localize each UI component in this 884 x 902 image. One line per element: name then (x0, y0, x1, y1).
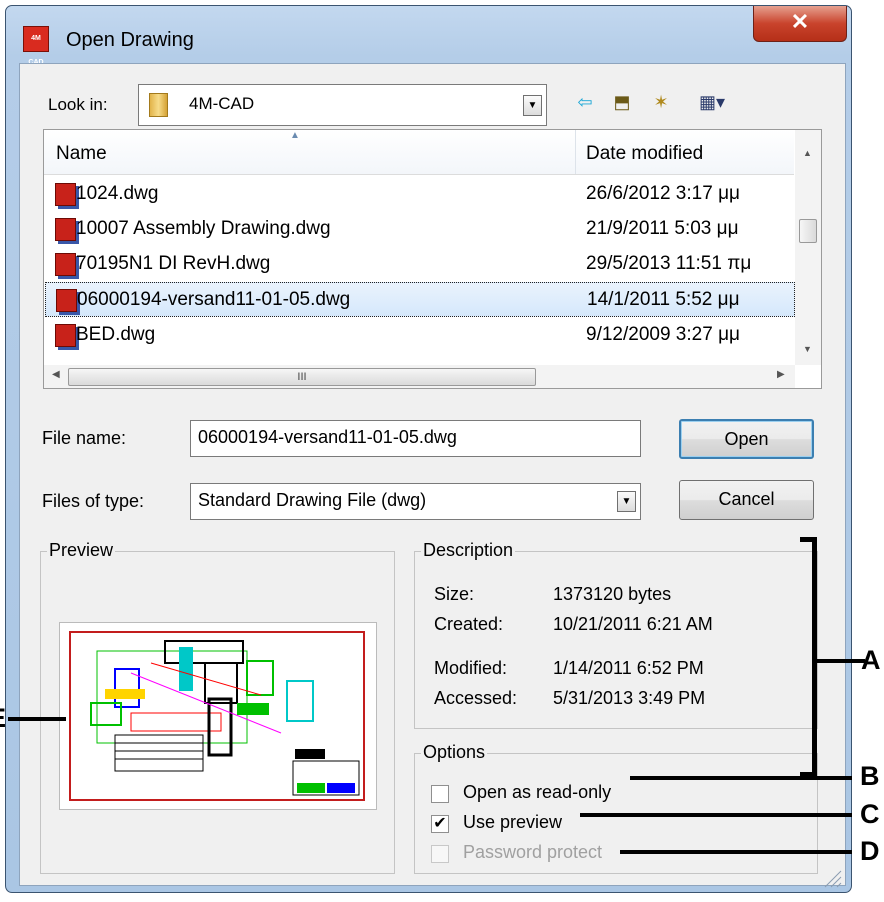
password-protect-checkbox (431, 845, 449, 863)
column-divider[interactable] (575, 130, 576, 174)
vertical-scrollbar[interactable]: ▲ ▼ (795, 130, 821, 365)
scroll-right-icon[interactable]: ▶ (777, 369, 785, 380)
size-value: 1373120 bytes (553, 584, 672, 604)
file-date: 26/6/2012 3:17 μμ (586, 183, 740, 204)
files-of-type-value: Standard Drawing File (dwg) (198, 490, 427, 510)
checkmark-icon: ✔ (433, 815, 447, 832)
description-group: Description Size: 1373120 bytes Created:… (414, 540, 818, 729)
column-header-date[interactable]: Date modified (586, 143, 703, 165)
callout-a-bracket-top (800, 537, 814, 542)
callout-c-letter: C (860, 799, 880, 829)
file-date: 29/5/2013 11:51 πμ (586, 253, 752, 274)
files-of-type-dropdown[interactable]: Standard Drawing File (dwg) ▼ (190, 483, 641, 520)
files-of-type-label: Files of type: (42, 491, 145, 511)
new-folder-icon[interactable]: ✶ (648, 91, 674, 113)
up-folder-icon[interactable]: ⬒ (609, 91, 635, 113)
file-row[interactable]: 1024.dwg 26/6/2012 3:17 μμ (45, 177, 795, 212)
file-row[interactable]: 10007 Assembly Drawing.dwg 21/9/2011 5:0… (45, 212, 795, 247)
dwg-file-icon (55, 218, 76, 241)
read-only-label[interactable]: Open as read-only (463, 782, 611, 803)
preview-group: Preview (40, 540, 395, 874)
accessed-value: 5/31/2013 3:49 PM (553, 688, 706, 708)
column-header-name[interactable]: Name (56, 143, 107, 165)
horizontal-scroll-thumb[interactable]: III (68, 368, 536, 386)
callout-a-line (815, 659, 865, 663)
callout-c-line (580, 813, 852, 817)
file-name-input[interactable]: 06000194-versand11-01-05.dwg (190, 420, 641, 457)
dwg-file-icon (55, 253, 76, 276)
use-preview-checkbox[interactable]: ✔ (431, 815, 449, 833)
open-drawing-dialog: 4M CAD Open Drawing ✕ Look in: 4M-CAD ▼ … (5, 5, 852, 893)
file-list[interactable]: ▲ Name Date modified 1024.dwg 26/6/2012 … (43, 129, 822, 389)
file-name-label: File name: (42, 428, 127, 448)
view-menu-icon[interactable]: ▦▾ (692, 91, 732, 113)
dialog-body: Look in: 4M-CAD ▼ ⇦ ⬒ ✶ ▦▾ ▲ Name Date m… (19, 63, 846, 886)
dialog-title: Open Drawing (66, 29, 194, 51)
created-value: 10/21/2011 6:21 AM (553, 614, 713, 634)
drawing-preview (59, 622, 377, 810)
modified-value: 1/14/2011 6:52 PM (553, 658, 704, 678)
look-in-label: Look in: (48, 95, 108, 114)
look-in-value: 4M-CAD (189, 94, 255, 113)
file-row-selected[interactable]: 06000194-versand11-01-05.dwg 14/1/2011 5… (45, 282, 795, 317)
cancel-button[interactable]: Cancel (679, 480, 814, 520)
dwg-file-icon (56, 289, 77, 312)
resize-grip-icon[interactable] (819, 865, 843, 889)
file-date: 9/12/2009 3:27 μμ (586, 324, 740, 345)
preview-title: Preview (47, 540, 116, 561)
accessed-label: Accessed: (434, 688, 518, 708)
close-button[interactable]: ✕ (753, 6, 847, 42)
callout-b-letter: B (860, 761, 880, 791)
app-logo-icon: 4M CAD (23, 26, 49, 66)
callout-d-letter: D (860, 836, 880, 866)
callout-e-letter: E (0, 703, 6, 734)
cad-drawing-thumbnail (90, 640, 360, 796)
chevron-down-icon[interactable]: ▼ (617, 491, 636, 512)
created-label: Created: (434, 614, 504, 634)
callout-d-line (620, 850, 852, 854)
use-preview-label[interactable]: Use preview (463, 812, 562, 833)
read-only-checkbox[interactable] (431, 785, 449, 803)
callout-a-bracket (812, 537, 817, 777)
horizontal-scrollbar[interactable]: ◀ III ▶ (44, 365, 795, 388)
file-name: BED.dwg (76, 324, 156, 345)
scroll-down-icon[interactable]: ▼ (803, 344, 812, 354)
open-button[interactable]: Open (679, 419, 814, 459)
list-header: ▲ Name Date modified (44, 130, 794, 175)
scroll-up-icon[interactable]: ▲ (803, 148, 812, 158)
file-name: 06000194-versand11-01-05.dwg (77, 289, 351, 310)
file-row[interactable]: BED.dwg 9/12/2009 3:27 μμ (45, 318, 795, 353)
sort-ascending-icon: ▲ (290, 130, 300, 141)
folder-icon (149, 93, 168, 117)
file-date: 21/9/2011 5:03 μμ (586, 218, 739, 239)
back-arrow-icon[interactable]: ⇦ (572, 91, 598, 113)
dwg-file-icon (55, 183, 76, 206)
modified-label: Modified: (434, 658, 508, 678)
file-row[interactable]: 70195N1 DI RevH.dwg 29/5/2013 11:51 πμ (45, 247, 795, 282)
file-name: 1024.dwg (76, 183, 159, 204)
file-name: 10007 Assembly Drawing.dwg (76, 218, 331, 239)
callout-e-line (8, 717, 66, 721)
size-label: Size: (434, 584, 475, 604)
password-protect-label: Password protect (463, 842, 603, 862)
callout-a-letter: A (861, 645, 881, 675)
vertical-scroll-thumb[interactable] (799, 219, 817, 243)
chevron-down-icon[interactable]: ▼ (523, 95, 542, 116)
file-name: 70195N1 DI RevH.dwg (76, 253, 271, 274)
title-bar[interactable]: 4M CAD Open Drawing ✕ (6, 6, 851, 66)
description-title: Description (421, 540, 516, 561)
file-date: 14/1/2011 5:52 μμ (587, 289, 740, 310)
close-icon: ✕ (790, 9, 810, 34)
callout-b-line (630, 776, 852, 780)
preview-frame (69, 631, 365, 801)
options-title: Options (421, 742, 488, 763)
scroll-left-icon[interactable]: ◀ (52, 369, 60, 380)
dwg-file-icon (55, 324, 76, 347)
look-in-dropdown[interactable]: 4M-CAD ▼ (138, 84, 547, 126)
